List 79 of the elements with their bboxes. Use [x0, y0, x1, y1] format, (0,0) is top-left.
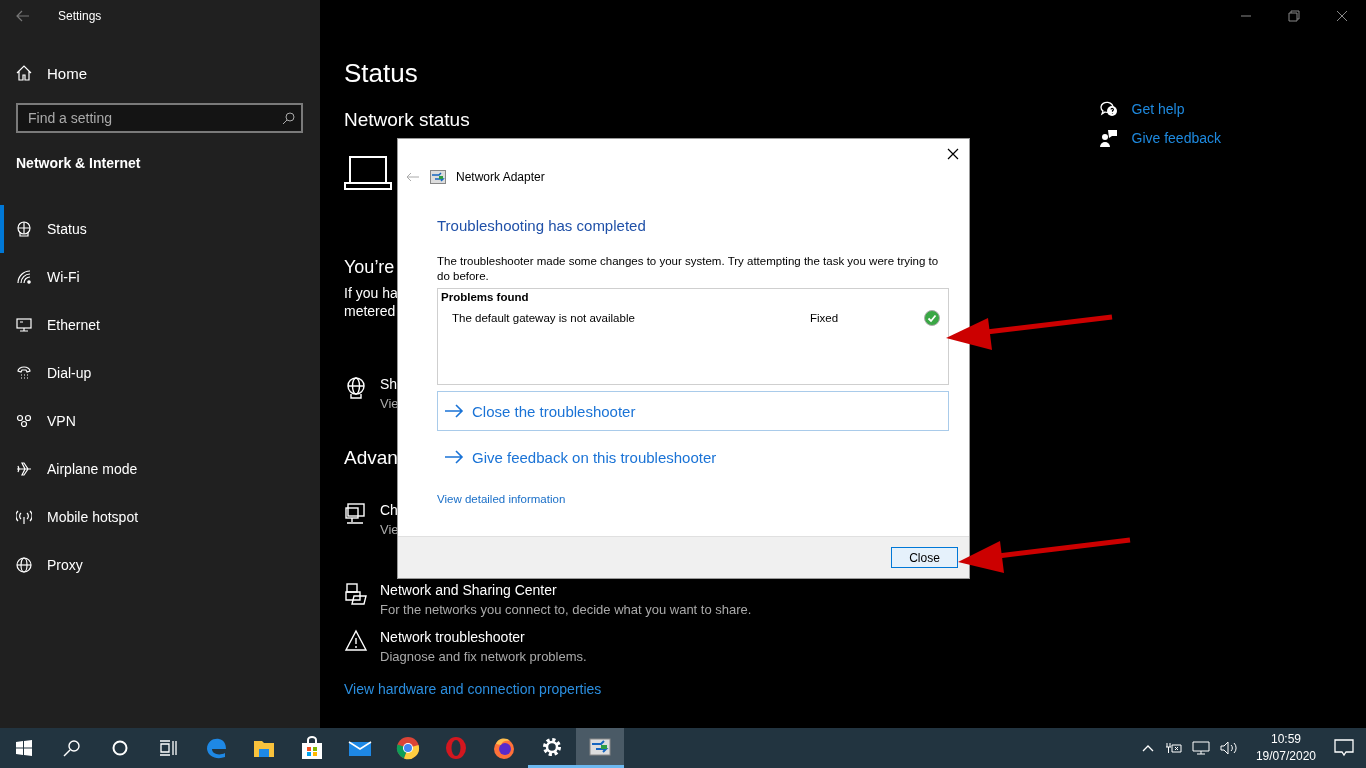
sidebar-item[interactable]: Dial-up	[0, 349, 320, 397]
chrome-icon[interactable]	[396, 736, 420, 760]
status-heading: You’re	[344, 257, 395, 278]
problems-header: Problems found	[441, 291, 530, 303]
item-title[interactable]: Sh	[380, 376, 399, 392]
section-heading: Network & Internet	[16, 155, 142, 171]
wifi-icon	[16, 269, 32, 285]
item-title[interactable]: Network troubleshooter	[380, 629, 587, 645]
opera-icon[interactable]	[444, 736, 468, 760]
volume-icon[interactable]	[1219, 741, 1238, 755]
home-icon	[16, 65, 32, 81]
monitor-icon[interactable]	[1191, 741, 1210, 755]
sidebar-item[interactable]: Status	[0, 205, 320, 253]
dialup-icon	[16, 365, 32, 381]
problem-status: Fixed	[810, 312, 840, 324]
airplane-icon	[16, 461, 32, 477]
status-text: metered	[344, 302, 397, 320]
firefox-icon[interactable]	[492, 736, 516, 760]
sidebar-item[interactable]: Airplane mode	[0, 445, 320, 493]
sidebar-item[interactable]: VPN	[0, 397, 320, 445]
command-link[interactable]: Close the troubleshooter	[437, 391, 949, 431]
printer-icon	[344, 582, 368, 606]
edge-icon[interactable]	[204, 736, 228, 760]
properties-link[interactable]: View hardware and connection properties	[344, 681, 602, 697]
dialog-title: Network Adapter	[456, 170, 545, 184]
item-title[interactable]: Network and Sharing Center	[380, 582, 752, 598]
close-icon[interactable]	[947, 148, 959, 160]
details-link[interactable]: View detailed information	[437, 493, 949, 505]
item-title[interactable]: Ch	[380, 502, 399, 518]
page-title: Status	[344, 58, 418, 90]
shopping-bag-icon[interactable]	[300, 736, 324, 760]
monitor-icon	[344, 502, 368, 526]
dialog-heading: Troubleshooting has completed	[437, 217, 647, 234]
feedback-icon	[1099, 129, 1118, 147]
circle-icon[interactable]	[112, 740, 128, 756]
task-view-icon[interactable]	[159, 740, 177, 756]
problem-text: The default gateway is not available	[452, 312, 636, 324]
back-icon[interactable]	[16, 10, 30, 22]
sidebar-item[interactable]: Wi-Fi	[0, 253, 320, 301]
dialog-text: The troubleshooter made some changes to your system. Try attempting the task you were trying to do before.	[437, 254, 940, 284]
item-description: Diagnose and fix network problems.	[380, 649, 587, 664]
close-icon[interactable]	[1336, 10, 1348, 22]
section-heading: Advan	[344, 447, 398, 469]
item-description: Vie	[380, 522, 399, 537]
item-description: For the networks you connect to, decide what you want to share.	[380, 602, 752, 617]
warning-icon	[344, 629, 368, 653]
sidebar-item[interactable]: Proxy	[0, 541, 320, 589]
help-link[interactable]: Give feedback	[1131, 130, 1221, 146]
status-icon	[16, 221, 32, 237]
search-icon[interactable]	[63, 739, 81, 757]
sidebar-item[interactable]: Ethernet	[0, 301, 320, 349]
clock-date[interactable]: 19/07/2020	[1255, 748, 1316, 765]
window-title: Settings	[58, 9, 102, 23]
restore-icon[interactable]	[1288, 10, 1300, 22]
chevron-up-icon[interactable]	[1141, 744, 1154, 752]
section-heading: Network status	[344, 109, 470, 131]
command-link[interactable]: Give feedback on this troubleshooter	[437, 437, 949, 477]
help-icon	[1099, 100, 1118, 118]
vpn-icon	[16, 413, 32, 429]
arrow-icon	[444, 450, 464, 464]
home-link[interactable]: Home	[47, 64, 87, 82]
clock-time[interactable]: 10:59	[1255, 731, 1316, 748]
network-adapter-icon	[430, 170, 446, 184]
globe-icon	[344, 376, 368, 400]
arrow-icon	[444, 404, 464, 418]
hotspot-icon	[16, 509, 32, 525]
status-text: If you ha	[344, 284, 398, 302]
windows-logo-icon[interactable]	[16, 740, 32, 756]
help-link[interactable]: Get help	[1131, 101, 1185, 117]
battery-icon[interactable]	[1163, 742, 1182, 754]
sidebar-item[interactable]: Mobile hotspot	[0, 493, 320, 541]
ethernet-icon	[16, 317, 32, 333]
search-icon[interactable]	[282, 112, 295, 125]
notification-icon[interactable]	[1334, 739, 1354, 757]
proxy-icon	[16, 557, 32, 573]
laptop-icon	[344, 155, 392, 191]
close-button[interactable]: Close	[891, 547, 958, 568]
item-description: Vie	[380, 396, 399, 411]
search-field[interactable]: Find a setting	[16, 103, 303, 133]
